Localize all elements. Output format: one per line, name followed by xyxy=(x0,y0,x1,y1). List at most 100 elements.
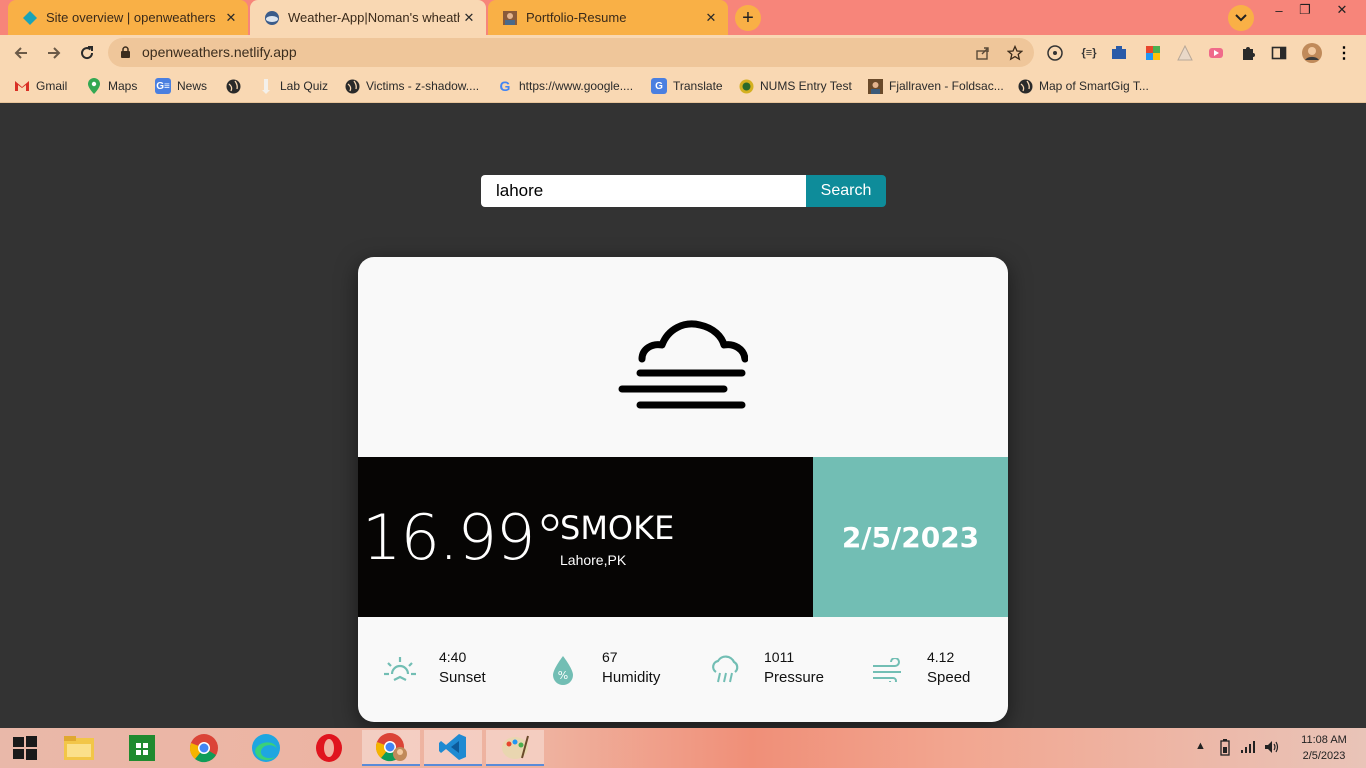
tab-close-icon[interactable]: ✕ xyxy=(702,9,720,27)
tab-close-icon[interactable]: ✕ xyxy=(460,9,478,27)
extension-triangle-icon[interactable] xyxy=(1176,44,1194,62)
system-clock[interactable]: 11:08 AM 2/5/2023 xyxy=(1292,732,1356,764)
taskbar-vscode[interactable] xyxy=(424,730,482,766)
bookmark-globe[interactable] xyxy=(225,77,247,95)
arrow-left-icon xyxy=(14,47,27,59)
date-panel: 2/5/2023 xyxy=(813,457,1008,617)
show-hidden-icons-icon[interactable]: ▲ xyxy=(1195,740,1206,752)
globe-icon xyxy=(225,78,241,94)
weather-card: 16.99° SMOKE Lahore,PK 2/5/2023 4:40 Sun… xyxy=(358,257,1008,722)
bookmark-fjallraven[interactable]: Fjallraven - Foldsac... xyxy=(867,77,1004,95)
tab-portfolio[interactable]: Portfolio-Resume ✕ xyxy=(488,0,728,35)
taskbar-opera[interactable] xyxy=(300,730,358,766)
extension-play-icon[interactable] xyxy=(1207,44,1225,62)
tab-title: Site overview | openweathers xyxy=(46,10,216,25)
taskbar-chrome[interactable] xyxy=(175,730,233,766)
stat-label: Speed xyxy=(927,669,971,686)
tab-site-overview[interactable]: Site overview | openweathers ✕ xyxy=(8,0,248,35)
extension-json-icon[interactable]: {≡} xyxy=(1080,44,1098,62)
nums-icon xyxy=(738,78,754,94)
bookmark-label: Lab Quiz xyxy=(280,79,329,93)
chevron-down-icon xyxy=(1235,14,1247,22)
chrome-profile-icon xyxy=(375,733,407,762)
page-content: Search 16.99° SMOKE Lahore,PK 2/5/2023 xyxy=(0,103,1366,728)
bookmark-smartgig[interactable]: Map of SmartGig T... xyxy=(1017,77,1149,95)
bookmark-label: https://www.google.... xyxy=(519,79,634,93)
start-button[interactable] xyxy=(0,730,50,766)
bookmark-star-icon[interactable] xyxy=(1006,44,1024,62)
google-icon: G xyxy=(499,78,511,94)
more-menu-icon[interactable]: ⋮ xyxy=(1335,44,1353,62)
fog-icon xyxy=(618,320,748,409)
arrow-right-icon xyxy=(48,47,61,59)
globe-icon xyxy=(344,78,360,94)
tab-search-button[interactable] xyxy=(1228,5,1254,31)
reload-icon xyxy=(81,46,94,60)
extension-toolbox-icon[interactable] xyxy=(1110,44,1128,62)
bookmark-label: Maps xyxy=(108,79,138,93)
tab-title: Weather-App|Noman's wheather xyxy=(288,10,460,25)
windows-logo-icon xyxy=(13,736,37,760)
reload-button[interactable] xyxy=(75,41,99,65)
temperature-value: 16.99° xyxy=(362,501,565,574)
bookmark-label: Fjallraven - Foldsac... xyxy=(889,79,1004,93)
netlify-icon xyxy=(22,10,38,26)
news-icon: G≡ xyxy=(155,78,171,94)
taskbar-file-explorer[interactable] xyxy=(50,730,108,766)
stat-value: 4:40 xyxy=(439,649,467,665)
weather-favicon-icon xyxy=(264,10,280,26)
windows-taskbar: ▲ 11:08 AM 2/5/2023 xyxy=(0,728,1366,768)
back-button[interactable] xyxy=(9,41,33,65)
stat-label: Pressure xyxy=(764,669,825,686)
taskbar-paint[interactable] xyxy=(486,730,544,766)
bookmark-label: Translate xyxy=(673,79,723,93)
tab-weather-app[interactable]: Weather-App|Noman's wheather ✕ xyxy=(250,0,486,35)
shop-icon xyxy=(867,78,883,94)
close-window-button[interactable]: ✕ xyxy=(1320,0,1364,20)
bookmark-maps[interactable]: Maps xyxy=(86,77,137,95)
bookmark-gmail[interactable]: Gmail xyxy=(14,77,67,95)
svg-text:%: % xyxy=(558,669,568,682)
restore-button[interactable]: ❐ xyxy=(1290,0,1320,20)
profile-avatar[interactable] xyxy=(1302,43,1322,63)
date-value: 2/5/2023 xyxy=(841,520,980,554)
side-panel-icon[interactable] xyxy=(1270,44,1288,62)
volume-icon[interactable] xyxy=(1264,739,1280,758)
stat-value: 4.12 xyxy=(927,649,955,665)
extensions-puzzle-icon[interactable] xyxy=(1239,44,1257,62)
forward-button[interactable] xyxy=(42,41,66,65)
portfolio-favicon-icon xyxy=(502,10,518,26)
clock-date: 2/5/2023 xyxy=(1302,750,1346,762)
file-explorer-icon xyxy=(64,736,94,760)
stat-value: 67 xyxy=(602,649,618,665)
battery-icon[interactable] xyxy=(1220,738,1230,759)
browser-toolbar: openweathers.netlify.app {≡} ⋮ xyxy=(0,35,1366,70)
extension-grammar-icon[interactable] xyxy=(1046,44,1064,62)
network-icon[interactable] xyxy=(1240,740,1256,757)
stat-value: 1011 xyxy=(764,649,795,665)
tab-close-icon[interactable]: ✕ xyxy=(222,9,240,27)
bookmark-nums[interactable]: NUMS Entry Test xyxy=(738,77,852,95)
bookmark-victims[interactable]: Victims - z-shadow.... xyxy=(344,77,479,95)
lock-icon xyxy=(121,46,130,58)
weather-condition: SMOKE xyxy=(560,509,675,547)
gmail-icon xyxy=(14,78,30,94)
bookmark-label: Victims - z-shadow.... xyxy=(366,79,480,93)
taskbar-store[interactable] xyxy=(113,730,171,766)
tab-title: Portfolio-Resume xyxy=(526,10,627,25)
address-bar[interactable]: openweathers.netlify.app xyxy=(108,38,1034,67)
bookmark-lab-quiz[interactable]: Lab Quiz xyxy=(258,77,328,95)
taskbar-chrome-profile[interactable] xyxy=(362,730,420,766)
bookmark-news[interactable]: G≡ News xyxy=(155,77,207,95)
search-button[interactable]: Search xyxy=(806,175,886,207)
bookmark-translate[interactable]: G Translate xyxy=(651,77,723,95)
taskbar-edge[interactable] xyxy=(237,730,295,766)
store-icon xyxy=(129,735,155,761)
globe-icon xyxy=(1017,78,1033,94)
weather-summary-band: 16.99° SMOKE Lahore,PK 2/5/2023 xyxy=(358,457,1008,617)
bookmark-google[interactable]: G https://www.google.... xyxy=(497,77,634,95)
share-icon[interactable] xyxy=(974,44,992,62)
new-tab-button[interactable]: + xyxy=(735,5,761,31)
extension-colorful-icon[interactable] xyxy=(1144,44,1162,62)
city-search-input[interactable] xyxy=(481,175,806,207)
